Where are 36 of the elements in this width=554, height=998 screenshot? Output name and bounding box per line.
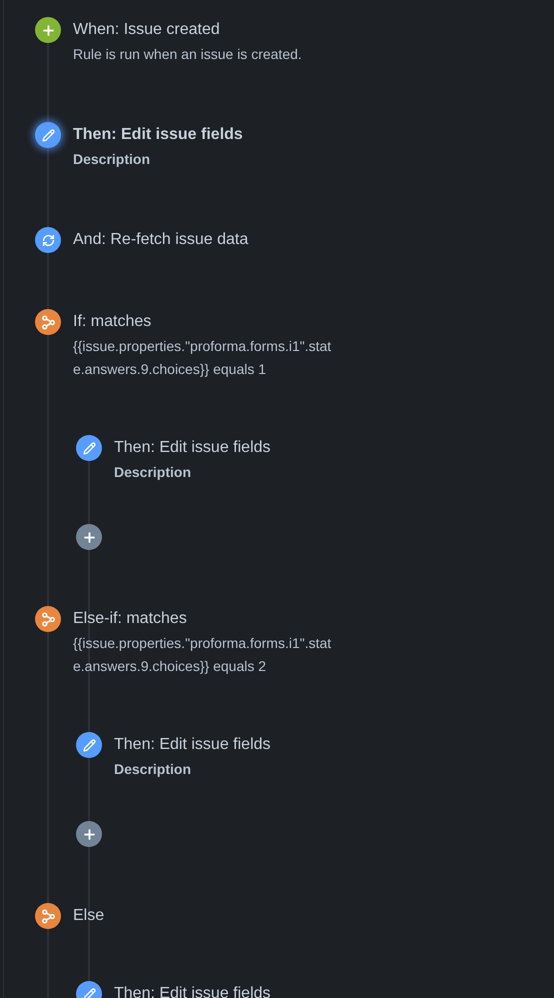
step-node[interactable] xyxy=(76,435,102,461)
step-title[interactable]: Then: Edit issue fields xyxy=(73,124,335,146)
step-detail: {{issue.properties."proforma.forms.i1".state.answers.9.choices}} equals 2 xyxy=(73,634,332,676)
step-node[interactable] xyxy=(35,309,61,335)
add-step-button[interactable] xyxy=(76,524,102,550)
pencil-icon xyxy=(82,442,96,454)
step-detail: Description xyxy=(73,150,152,169)
step-title[interactable]: When: Issue created xyxy=(73,19,335,41)
step-title[interactable]: And: Re-fetch issue data xyxy=(73,229,248,251)
step-node[interactable] xyxy=(76,732,102,758)
step-node[interactable] xyxy=(35,17,61,43)
step-node[interactable] xyxy=(35,903,61,929)
pencil-icon xyxy=(42,128,54,142)
step-detail: {{issue.properties."proforma.forms.i1".state.answers.9.choices}} equals 1 xyxy=(73,337,332,379)
step-detail: Description xyxy=(114,760,192,779)
step-node[interactable] xyxy=(35,227,61,253)
pencil-icon xyxy=(82,988,96,998)
branch-icon xyxy=(40,612,56,626)
step-node[interactable] xyxy=(35,122,61,148)
step-title[interactable]: Then: Edit issue fields xyxy=(114,734,376,756)
refresh-icon xyxy=(42,234,54,246)
branch-icon xyxy=(40,908,56,924)
step-detail: Description xyxy=(114,463,192,482)
step-title[interactable]: If: matches xyxy=(73,311,376,333)
plus-icon xyxy=(40,22,56,38)
plus-icon xyxy=(82,530,96,544)
branch-icon xyxy=(40,314,56,330)
step-title[interactable]: Else-if: matches xyxy=(73,608,376,630)
step-node[interactable] xyxy=(35,606,61,632)
step-title[interactable]: Else xyxy=(73,905,271,927)
plus-icon xyxy=(82,826,96,842)
step-title[interactable]: Then: Edit issue fields xyxy=(114,983,271,998)
add-step-button[interactable] xyxy=(76,821,102,847)
step-detail: Rule is run when an issue is created. xyxy=(73,45,303,64)
step-title[interactable]: Then: Edit issue fields xyxy=(114,437,376,459)
pencil-icon xyxy=(82,738,96,752)
